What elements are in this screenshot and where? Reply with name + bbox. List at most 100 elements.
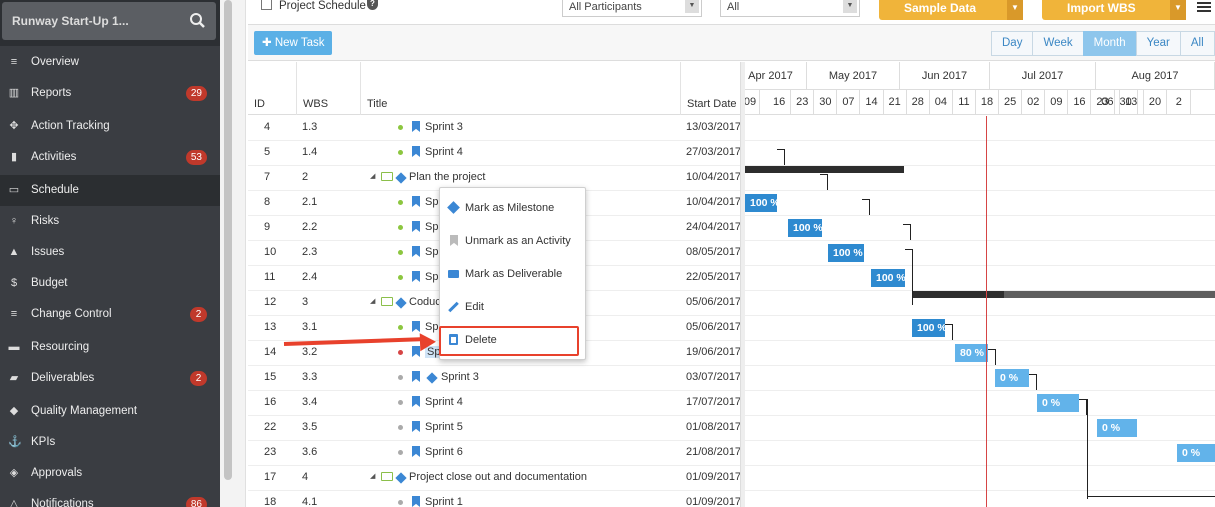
dependency-connector	[905, 249, 913, 305]
new-task-label: New Task	[274, 37, 325, 49]
filter-select[interactable]: All ▼	[720, 0, 860, 17]
bookmark-icon	[412, 421, 420, 432]
cell-id: 4	[264, 121, 271, 133]
task-bar[interactable]: 100 %	[912, 319, 945, 337]
table-row[interactable]: 18 4.1 Sprint 1 01/09/2017	[248, 491, 742, 507]
sidebar-item-deliverables[interactable]: ▰ Deliverables 2	[0, 363, 220, 394]
gantt-day-label: 16	[1068, 90, 1092, 115]
menu-item-unmark-as-an-activity[interactable]: Unmark as an Activity	[440, 225, 587, 258]
status-dot	[398, 150, 403, 155]
view-all-button[interactable]: All	[1179, 31, 1215, 56]
menu-item-mark-as-deliverable[interactable]: Mark as Deliverable	[440, 258, 587, 291]
table-row[interactable]: 15 3.3 Sprint 3 03/07/2017	[248, 366, 742, 391]
collapse-triangle-icon[interactable]: ◢	[370, 172, 375, 180]
gantt-day-label: 13	[1120, 90, 1144, 115]
list-icon: ≡	[10, 308, 18, 320]
plus-icon: ✚	[262, 37, 275, 49]
sidebar-item-approvals[interactable]: ◈ Approvals	[0, 458, 220, 489]
menu-item-mark-as-milestone[interactable]: Mark as Milestone	[440, 192, 587, 225]
cell-id: 5	[264, 146, 271, 158]
sidebar-item-action-tracking[interactable]: ✥ Action Tracking	[0, 111, 220, 142]
grid-header: ID WBS Title Start Date	[248, 62, 742, 115]
task-bar[interactable]: 0 %	[1037, 394, 1079, 412]
status-dot	[398, 450, 403, 455]
chevron-down-icon[interactable]: ▼	[1007, 0, 1023, 20]
status-dot	[398, 375, 403, 380]
sidebar-item-kpis[interactable]: ⚓ KPIs	[0, 427, 220, 458]
gantt-day-label: 21	[884, 90, 907, 115]
cell-start-date: 27/03/2017	[686, 146, 742, 158]
cell-start-date: 08/05/2017	[686, 246, 742, 258]
table-row[interactable]: 17 4 ◢ Project close out and documentation 0…	[248, 466, 742, 491]
import-wbs-button[interactable]: Import WBS ▼	[1042, 0, 1186, 20]
gantt-row	[745, 466, 1215, 491]
participants-select[interactable]: All Participants ▼	[562, 0, 702, 17]
gantt-month-label: May 2017	[807, 62, 900, 90]
table-row[interactable]: 4 1.3 Sprint 3 13/03/2017	[248, 116, 742, 141]
task-bar[interactable]: 0 %	[995, 369, 1029, 387]
sidebar-item-label: Activities	[31, 151, 77, 163]
sidebar-item-quality-management[interactable]: ◆ Quality Management	[0, 396, 220, 427]
sidebar-item-overview[interactable]: ≡ Overview	[0, 47, 220, 78]
sidebar-item-resourcing[interactable]: ▬ Resourcing	[0, 332, 220, 363]
sidebar-item-activities[interactable]: ▮ Activities 53	[0, 142, 220, 173]
cell-id: 9	[264, 221, 271, 233]
bell-icon: △	[9, 498, 19, 507]
status-dot	[398, 225, 403, 230]
cell-wbs: 2.4	[302, 271, 318, 283]
new-task-button[interactable]: ✚ New Task	[254, 31, 333, 55]
column-header-id[interactable]: ID	[254, 98, 265, 110]
cell-start-date: 19/06/2017	[686, 346, 742, 358]
task-bar[interactable]: 100 %	[828, 244, 864, 262]
sidebar-item-schedule[interactable]: ▭ Schedule	[0, 175, 220, 206]
task-bar[interactable]: 0 %	[1097, 419, 1137, 437]
view-month-button[interactable]: Month	[1082, 31, 1137, 56]
column-header-wbs[interactable]: WBS	[303, 98, 328, 110]
table-row[interactable]: 22 3.5 Sprint 5 01/08/2017	[248, 416, 742, 441]
cell-start-date: 05/06/2017	[686, 321, 742, 333]
chevron-down-icon[interactable]: ▼	[1170, 0, 1186, 20]
task-bar[interactable]: 100 %	[871, 269, 905, 287]
column-header-start-date[interactable]: Start Date	[687, 98, 737, 110]
sidebar-item-risks[interactable]: ♀ Risks	[0, 206, 220, 237]
hamburger-menu-icon[interactable]	[1197, 2, 1211, 12]
cell-start-date: 22/05/2017	[686, 271, 742, 283]
help-icon[interactable]: ?	[367, 0, 378, 10]
table-row[interactable]: 16 3.4 Sprint 4 17/07/2017	[248, 391, 742, 416]
task-bar[interactable]: 80 %	[955, 344, 988, 362]
cell-wbs: 4	[302, 471, 309, 483]
task-bar[interactable]: 100 %	[788, 219, 822, 237]
view-scale-switcher: Day Week Month Year All	[991, 31, 1215, 56]
summary-bar[interactable]	[745, 166, 904, 173]
task-bar[interactable]: 0 %	[1177, 444, 1215, 462]
project-schedule-checkbox[interactable]	[261, 0, 272, 10]
sample-data-button[interactable]: Sample Data ▼	[879, 0, 1023, 20]
menu-item-label: Edit	[465, 301, 484, 313]
summary-bar-remaining[interactable]	[1004, 291, 1215, 298]
collapse-triangle-icon[interactable]: ◢	[370, 297, 375, 305]
summary-bar[interactable]	[913, 291, 1004, 298]
view-week-button[interactable]: Week	[1032, 31, 1084, 56]
sidebar-item-change-control[interactable]: ≡ Change Control 2	[0, 299, 220, 330]
view-year-button[interactable]: Year	[1135, 31, 1181, 56]
sidebar-scrollbar[interactable]	[224, 0, 232, 480]
sidebar-item-notifications[interactable]: △ Notifications 86	[0, 489, 220, 507]
cell-wbs: 3.4	[302, 396, 318, 408]
project-switcher[interactable]: Runway Start-Up 1...	[2, 2, 216, 40]
task-bar[interactable]: 100 %	[745, 194, 777, 212]
table-row[interactable]: 23 3.6 Sprint 6 21/08/2017	[248, 441, 742, 466]
gantt-month-label: Aug 2017	[1096, 62, 1215, 90]
cell-start-date: 17/07/2017	[686, 396, 742, 408]
bar-chart-icon: ▥	[8, 87, 20, 99]
menu-item-edit[interactable]: Edit	[440, 291, 587, 324]
collapse-triangle-icon[interactable]: ◢	[370, 472, 375, 480]
sidebar-item-reports[interactable]: ▥ Reports 29	[0, 78, 220, 109]
bookmark-icon	[448, 235, 459, 246]
column-header-title[interactable]: Title	[367, 98, 387, 110]
view-day-button[interactable]: Day	[991, 31, 1034, 56]
search-icon[interactable]	[188, 11, 208, 31]
sidebar-item-issues[interactable]: ▲ Issues	[0, 237, 220, 268]
table-row[interactable]: 5 1.4 Sprint 4 27/03/2017	[248, 141, 742, 166]
sidebar-item-budget[interactable]: $ Budget	[0, 268, 220, 299]
folder-open-icon	[381, 172, 393, 181]
